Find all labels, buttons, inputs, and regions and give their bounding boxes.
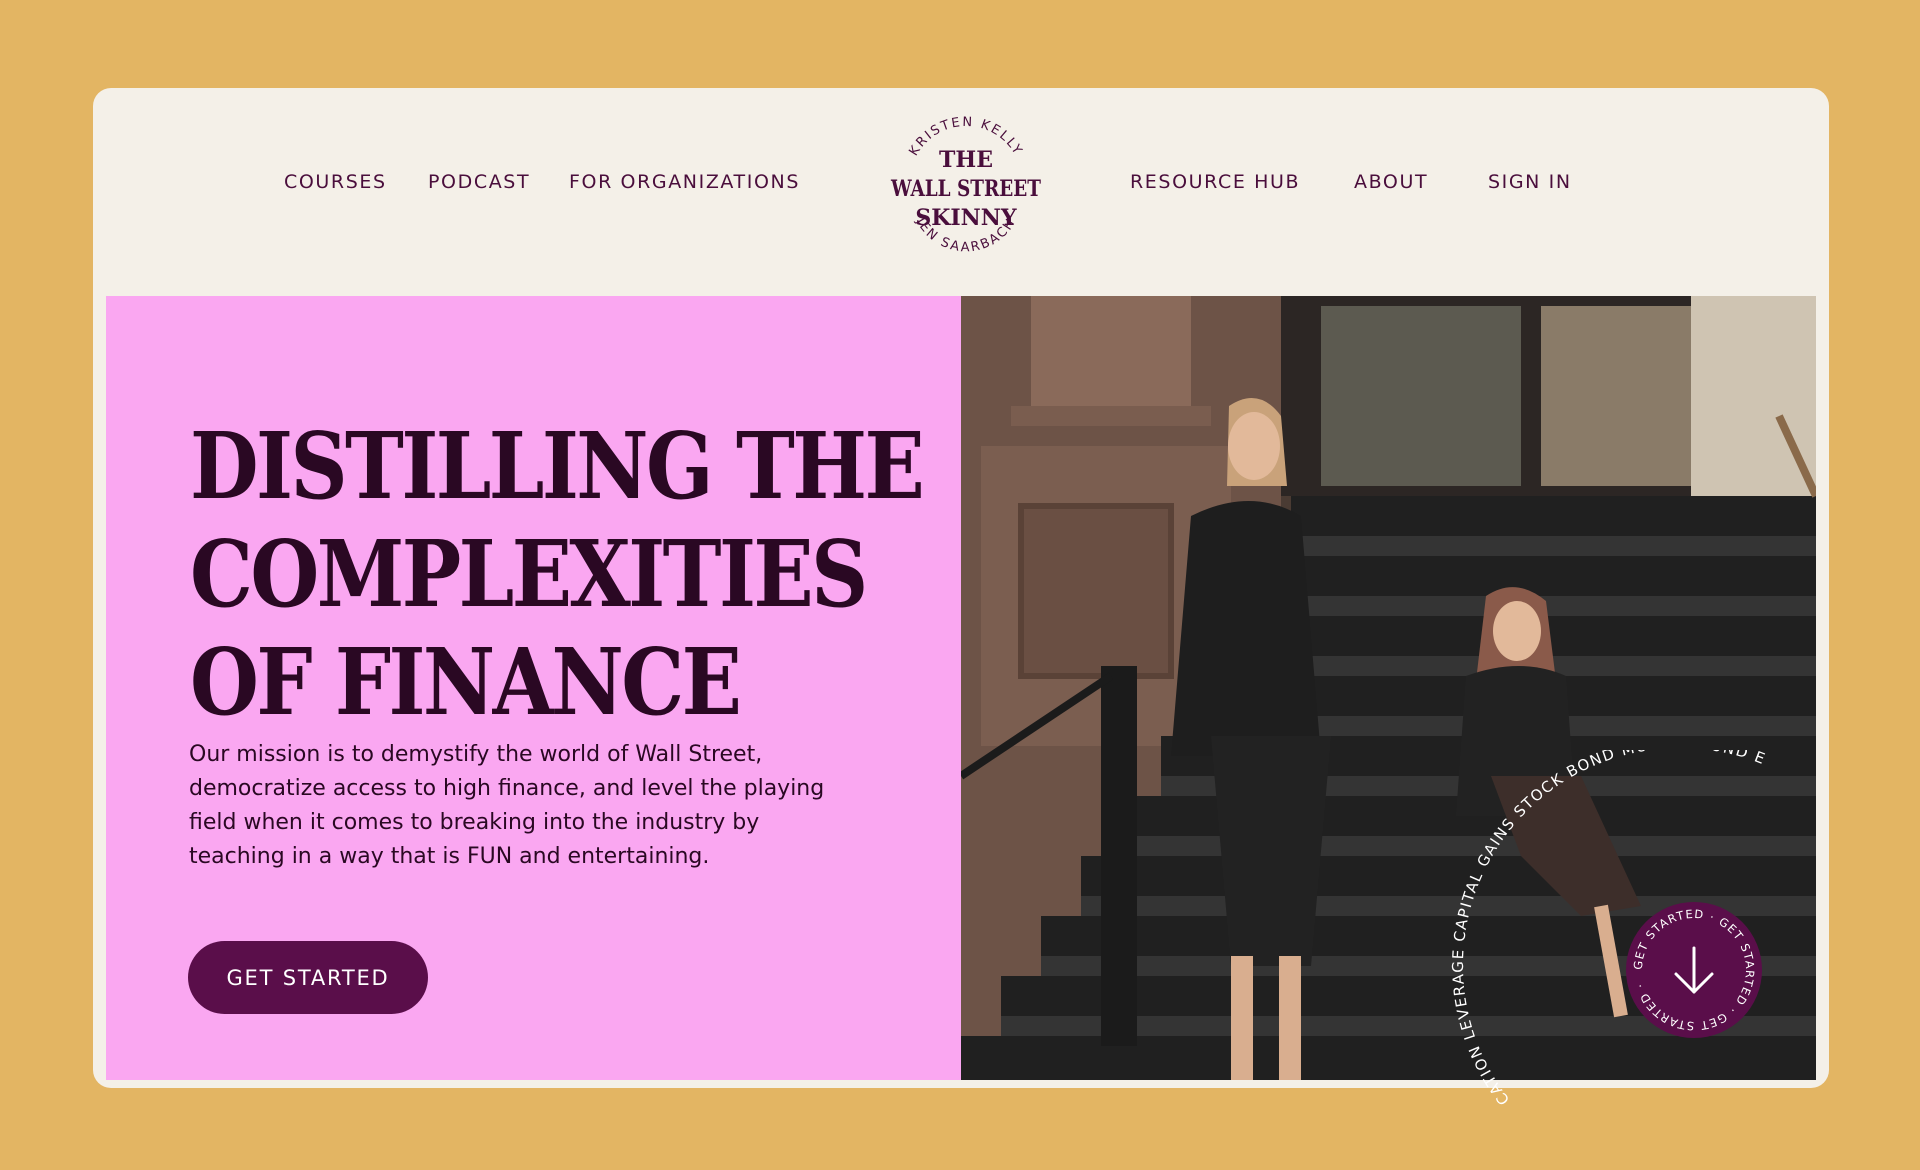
hero-headline: DISTILLING THE COMPLEXITIES OF FINANCE [190,412,925,736]
nav-resource-hub[interactable]: RESOURCE HUB [1130,171,1300,193]
nav-courses[interactable]: COURSES [284,171,387,193]
headline-line-2: COMPLEXITIES [190,520,868,628]
headline-line-3: OF FINANCE [190,628,742,736]
nav-about[interactable]: ABOUT [1354,171,1428,193]
site-logo[interactable]: KRISTEN KELLY THE WALL STREET SKINNY JEN… [888,112,1044,268]
get-started-badge[interactable]: GET STARTED · GET STARTED · GET STARTED … [1624,900,1764,1040]
get-started-button[interactable]: GET STARTED [188,941,428,1014]
mission-statement: Our mission is to demystify the world of… [189,742,825,869]
headline-line-1: DISTILLING THE [190,412,925,520]
logo-line-wall-street: WALL STREET [890,176,1041,202]
nav-for-organizations[interactable]: FOR ORGANIZATIONS [569,171,800,193]
nav-podcast[interactable]: PODCAST [428,171,530,193]
nav-sign-in[interactable]: SIGN IN [1488,171,1572,193]
logo-line-the: THE [939,147,993,173]
